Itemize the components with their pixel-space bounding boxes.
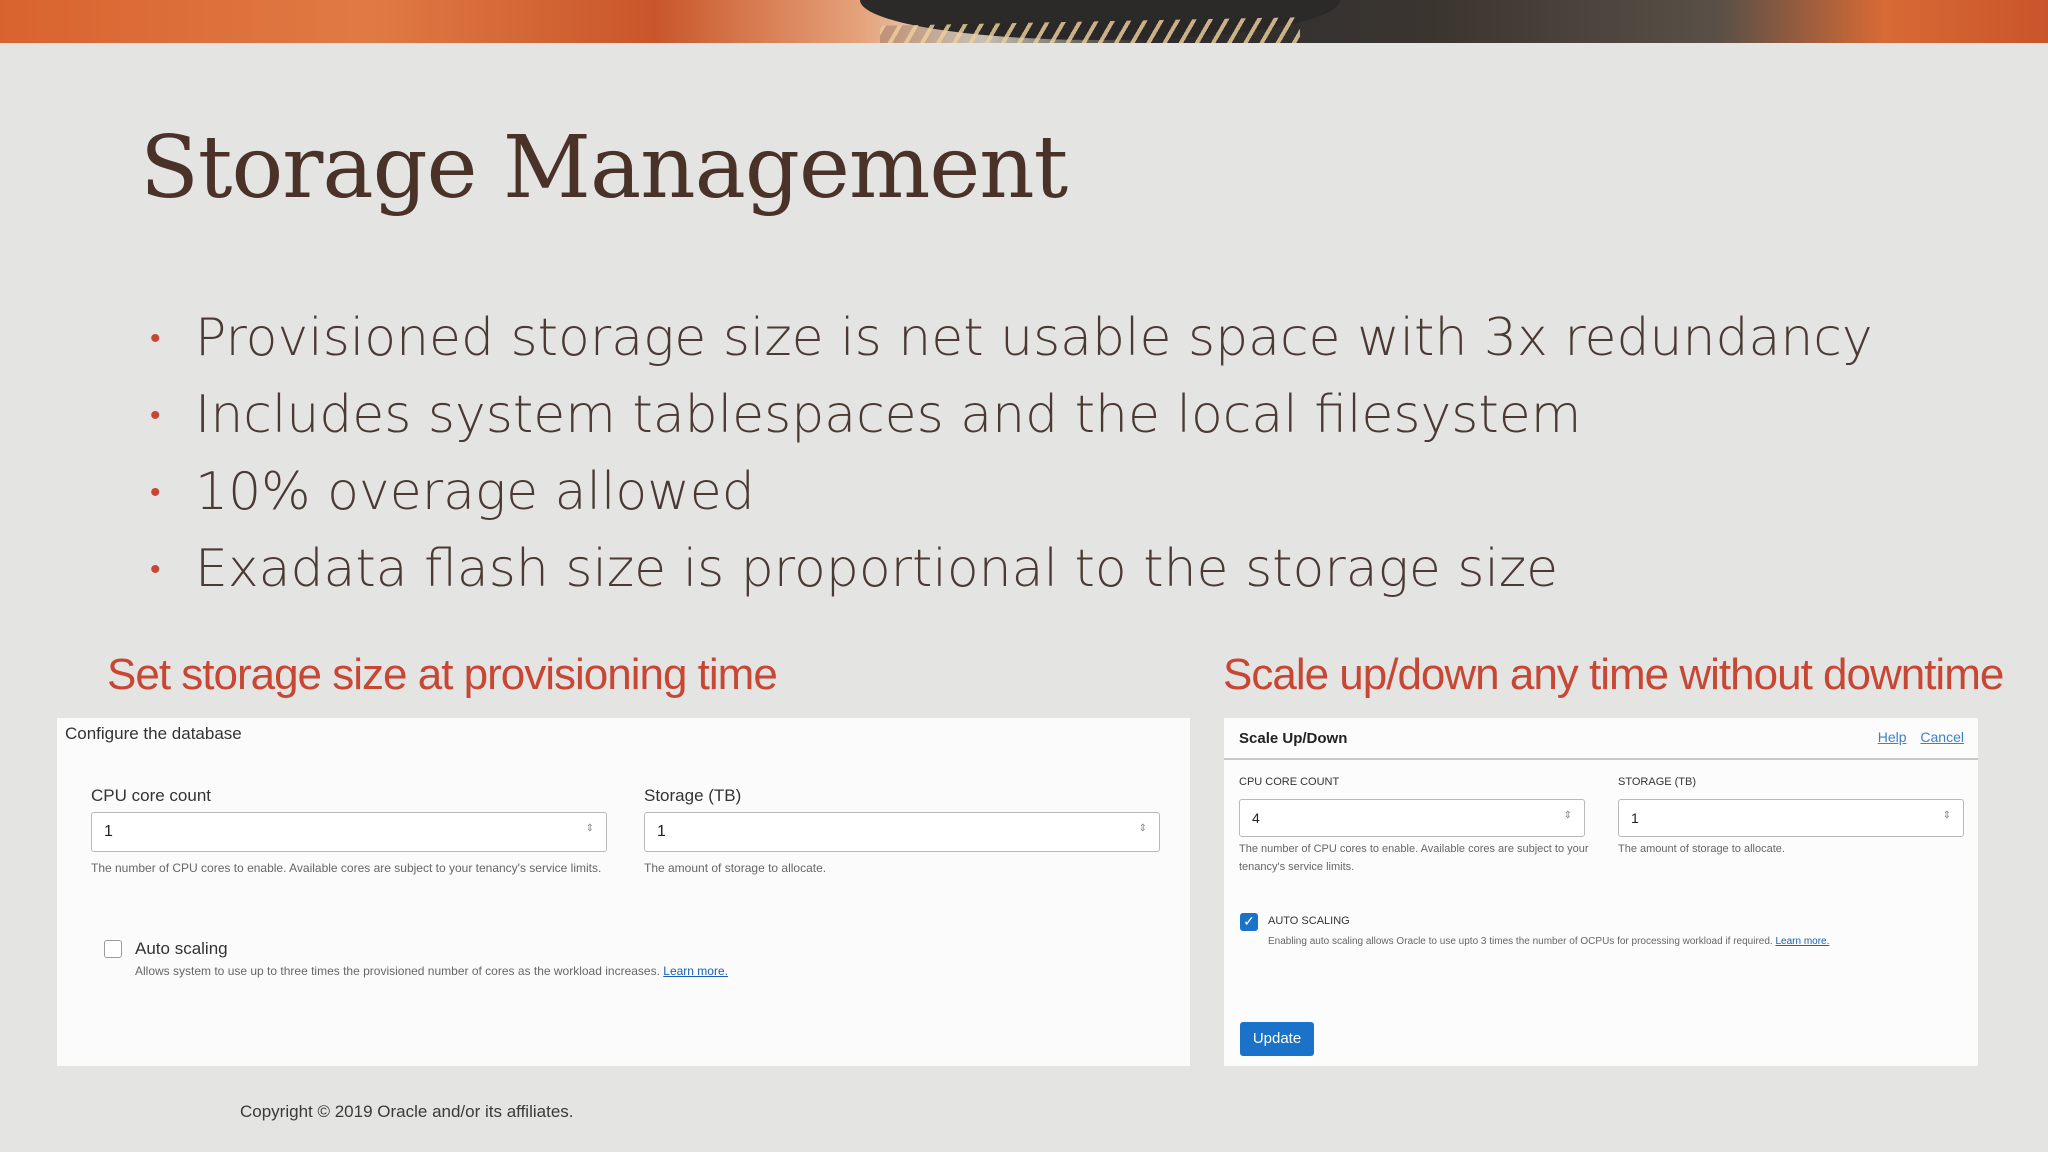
configure-database-panel: Configure the database CPU core count 1 … [57, 718, 1190, 1066]
cpu-core-count-input[interactable]: 1 ⇕ [91, 812, 607, 852]
configure-panel-title: Configure the database [65, 724, 242, 743]
cpu-core-count-label: CPU CORE COUNT [1239, 776, 1340, 788]
auto-scaling-help-text: Allows system to use up to three times t… [135, 964, 660, 978]
auto-scaling-checkbox[interactable]: ✓ [1240, 913, 1258, 931]
bullet-text: Exadata flash size is proportional to th… [195, 539, 1559, 599]
bullet-list: • Provisioned storage size is net usable … [150, 300, 1873, 608]
cpu-core-count-help: The number of CPU cores to enable. Avail… [1239, 843, 1589, 873]
scale-up-down-panel: Scale Up/Down Help Cancel CPU CORE COUNT… [1224, 718, 1978, 1066]
spinner-icon[interactable]: ⇕ [1943, 811, 1951, 821]
help-link[interactable]: Help [1878, 729, 1907, 745]
bullet-dot-icon: • [150, 321, 161, 356]
auto-scaling-help: Allows system to use up to three times t… [135, 961, 728, 981]
storage-value: 1 [657, 823, 666, 840]
bullet-text: Includes system tablespaces and the loca… [195, 385, 1582, 445]
cpu-core-count-input[interactable]: 4 ⇕ [1239, 799, 1585, 837]
spinner-icon[interactable]: ⇕ [1139, 824, 1147, 834]
left-subheading: Set storage size at provisioning time [107, 650, 778, 699]
copyright-footer: Copyright © 2019 Oracle and/or its affil… [240, 1102, 574, 1121]
bullet-text: Provisioned storage size is net usable s… [195, 308, 1873, 368]
check-icon: ✓ [1243, 913, 1255, 929]
bullet-text: 10% overage allowed [195, 462, 755, 522]
bullet-item: • Provisioned storage size is net usable … [150, 300, 1873, 377]
bullet-dot-icon: • [150, 552, 161, 587]
storage-input[interactable]: 1 ⇕ [1618, 799, 1964, 837]
storage-value: 1 [1631, 810, 1639, 826]
storage-help: The amount of storage to allocate. [644, 861, 827, 875]
auto-scaling-checkbox[interactable] [104, 940, 122, 958]
header-divider [1224, 758, 1978, 760]
bullet-dot-icon: • [150, 475, 161, 510]
cpu-core-count-label: CPU core count [91, 786, 211, 805]
auto-scaling-label: AUTO SCALING [1268, 915, 1350, 927]
cpu-core-count-value: 4 [1252, 810, 1260, 826]
spinner-icon[interactable]: ⇕ [1564, 811, 1572, 821]
decorative-banner [0, 0, 2048, 43]
cpu-core-count-help: The number of CPU cores to enable. Avail… [91, 861, 602, 875]
bullet-dot-icon: • [150, 398, 161, 433]
bullet-item: • Includes system tablespaces and the loc… [150, 377, 1873, 454]
learn-more-link[interactable]: Learn more. [1775, 936, 1829, 947]
spinner-icon[interactable]: ⇕ [586, 824, 594, 834]
panel-header-links: Help Cancel [1868, 729, 1964, 745]
auto-scaling-label: Auto scaling [135, 939, 228, 958]
scale-panel-title: Scale Up/Down [1239, 730, 1348, 747]
slide-title: Storage Management [140, 118, 1068, 218]
storage-help: The amount of storage to allocate. [1618, 843, 1785, 855]
learn-more-link[interactable]: Learn more. [663, 964, 728, 978]
auto-scaling-help-text: Enabling auto scaling allows Oracle to u… [1268, 936, 1773, 947]
auto-scaling-help: Enabling auto scaling allows Oracle to u… [1268, 932, 1974, 952]
bullet-item: • Exadata flash size is proportional to t… [150, 531, 1873, 608]
right-subheading: Scale up/down any time without downtime [1223, 650, 2004, 699]
bullet-item: • 10% overage allowed [150, 454, 1873, 531]
cpu-core-count-value: 1 [104, 823, 113, 840]
storage-label: Storage (TB) [644, 786, 742, 805]
storage-input[interactable]: 1 ⇕ [644, 812, 1160, 852]
update-button[interactable]: Update [1240, 1022, 1314, 1056]
storage-label: STORAGE (TB) [1618, 776, 1697, 788]
cancel-link[interactable]: Cancel [1920, 729, 1964, 745]
